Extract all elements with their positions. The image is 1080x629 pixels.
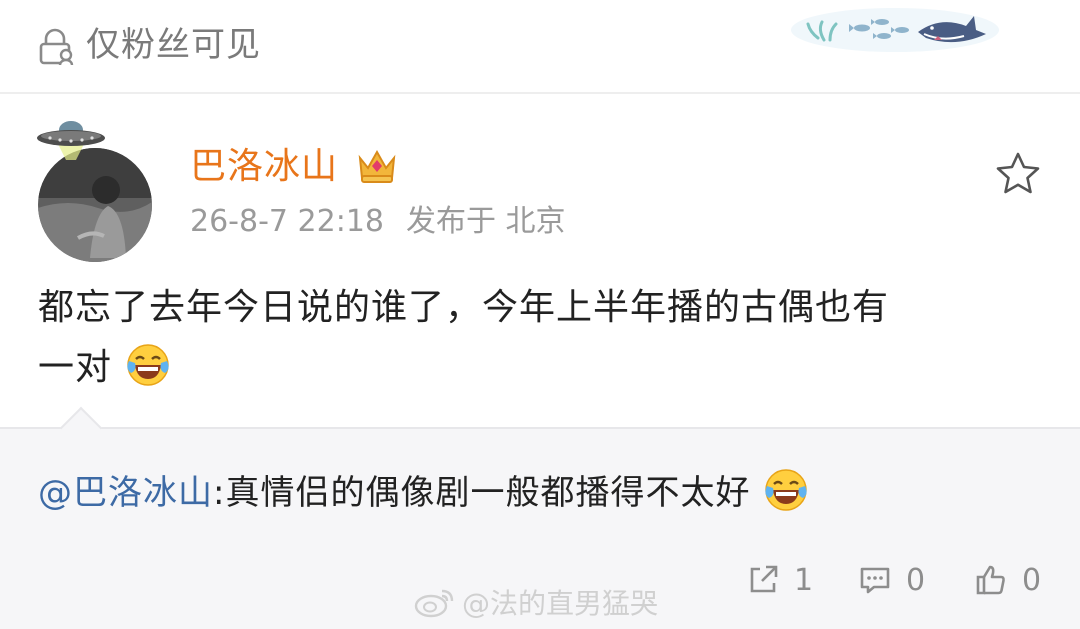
post-content: 都忘了去年今日说的谁了，今年上半年播的古偶也有 一对: [38, 278, 1048, 398]
comment-icon: [860, 567, 890, 594]
post-meta: 26-8-7 22:18 发布于 北京: [190, 202, 566, 242]
comment-count: 0: [906, 562, 926, 598]
lock-person-icon: [39, 28, 74, 66]
visibility-label: 仅粉丝可见: [86, 25, 261, 65]
weibo-post: 巴洛冰山 26-8-7 22:18 发布于 北京 都忘了去年今日说的谁了，今年上半…: [0, 96, 1080, 427]
laughing-tears-emoji: [765, 469, 808, 511]
decorative-fish-illustration: [791, 8, 999, 52]
laughing-tears-emoji: [127, 344, 170, 386]
visibility-bar: 仅粉丝可见: [0, 0, 1080, 94]
reply-body: :真情侣的偶像剧一般都播得不太好: [213, 473, 751, 513]
watermark: @法的直男猛哭: [414, 580, 658, 624]
crown-icon: [358, 149, 396, 183]
reply-text[interactable]: @巴洛冰山:真情侣的偶像剧一般都播得不太好: [38, 465, 810, 521]
post-timestamp: 26-8-7 22:18: [190, 204, 384, 239]
weibo-logo-icon: [414, 589, 454, 618]
thumbs-up-icon: [976, 565, 1005, 595]
comment-button[interactable]: 0: [858, 555, 925, 605]
like-button[interactable]: 0: [974, 555, 1041, 605]
post-location: 发布于 北京: [406, 204, 566, 239]
repost-count: 1: [794, 562, 814, 598]
watermark-text: @法的直男猛哭: [462, 587, 659, 620]
repost-icon: [750, 565, 778, 593]
repost-button[interactable]: 1: [746, 555, 813, 605]
like-count: 0: [1022, 562, 1042, 598]
post-content-text: 一对: [38, 347, 113, 388]
star-outline-icon[interactable]: [994, 150, 1042, 196]
avatar[interactable]: [38, 148, 152, 262]
reply-mention[interactable]: @巴洛冰山: [38, 473, 213, 513]
username[interactable]: 巴洛冰山: [190, 144, 338, 190]
ufo-pendant-icon: [37, 121, 105, 160]
avatar-wrapper[interactable]: [36, 116, 156, 262]
post-content-line: 都忘了去年今日说的谁了，今年上半年播的古偶也有: [38, 287, 890, 328]
post-content-line-2: 一对: [38, 338, 1048, 398]
